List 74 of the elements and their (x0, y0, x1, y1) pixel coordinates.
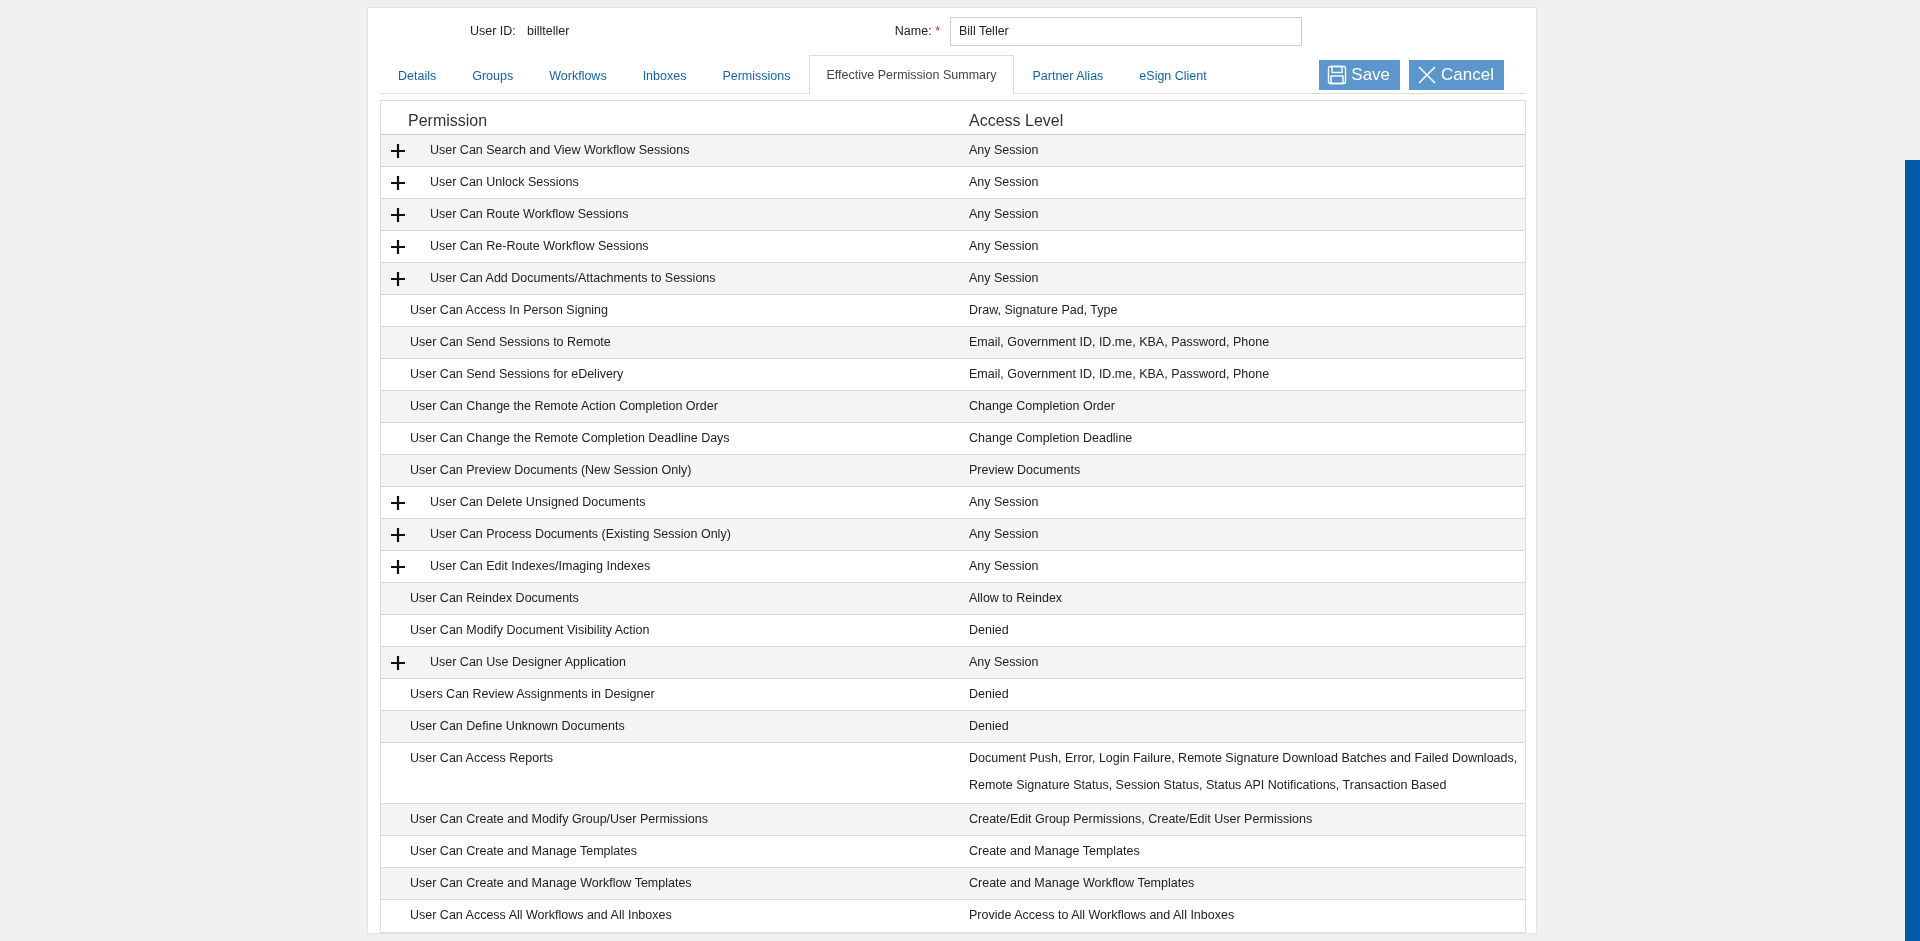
access-level-cell-text: Any Session (969, 142, 1039, 160)
tab[interactable]: Inboxes (624, 56, 705, 94)
tab[interactable]: eSign Client (1121, 56, 1225, 94)
expand-icon[interactable] (391, 143, 405, 158)
expand-icon[interactable] (391, 271, 405, 286)
permission-cell-text: User Can Modify Document Visibility Action (410, 622, 650, 640)
permission-cell-text: Users Can Review Assignments in Designer (410, 686, 655, 704)
column-header: Permission (407, 111, 489, 131)
access-level-cell-text: Email, Government ID, ID.me, KBA, Password, Phone (969, 366, 1270, 384)
access-level-cell-text: Email, Government ID, ID.me, KBA, Password, Phone (969, 334, 1270, 352)
access-level-cell-text: Create and Manage Workflow Templates (969, 875, 1195, 893)
permission-cell-text: User Can Search and View Workflow Sessions (430, 142, 690, 160)
access-level-cell-text: Denied (969, 622, 1009, 640)
permission-cell-text: User Can Create and Modify Group/User Permissions (410, 811, 709, 829)
save-icon (1327, 64, 1348, 85)
access-level-cell-text: Any Session (969, 558, 1039, 576)
tab[interactable]: Permissions (704, 56, 809, 94)
access-level-cell-text: Any Session (969, 270, 1039, 288)
permission-cell-text: User Can Change the Remote Action Completion Order (410, 398, 718, 416)
access-level-cell-text: Any Session (969, 238, 1039, 256)
access-level-cell-text: Provide Access to All Workflows and All Inboxes (969, 907, 1235, 925)
access-level-cell-text: Denied (969, 686, 1009, 704)
access-level-cell-text: Any Session (969, 526, 1039, 544)
permission-cell-text: User Can Send Sessions to Remote (410, 334, 611, 352)
permission-cell-text: User Can Delete Unsigned Documents (430, 494, 646, 512)
permission-cell-text: User Can Change the Remote Completion Deadline Days (410, 430, 730, 448)
expand-icon[interactable] (391, 175, 405, 190)
permission-cell-text: User Can Process Documents (Existing Session Only) (430, 526, 731, 544)
permission-cell-text: User Can Preview Documents (New Session Only) (410, 462, 692, 480)
permission-cell-text: User Can Access All Workflows and All Inboxes (410, 907, 672, 925)
access-level-cell-text: Remote Signature Status, Session Status, Status API Notifications, Transaction Based (969, 777, 1448, 794)
access-level-cell-text: Any Session (969, 206, 1039, 224)
access-level-cell-text: Change Completion Order (969, 398, 1115, 416)
permission-cell-text: User Can Send Sessions for eDelivery (410, 366, 624, 384)
tab[interactable]: Workflows (531, 56, 625, 94)
permission-cell-text: User Can Use Designer Application (430, 654, 626, 672)
tab[interactable]: Effective Permission Summary (808, 55, 1015, 94)
expand-icon[interactable] (391, 207, 405, 222)
access-level-cell-text: Any Session (969, 654, 1039, 672)
tab[interactable]: Partner Alias (1014, 56, 1122, 94)
access-level-cell-text: Preview Documents (969, 462, 1081, 480)
close-icon (1417, 64, 1438, 85)
permission-cell-text: User Can Access Reports (410, 750, 554, 768)
expand-icon[interactable] (391, 527, 405, 542)
access-level-cell-text: Any Session (969, 494, 1039, 512)
access-level-cell-text: Draw, Signature Pad, Type (969, 302, 1118, 320)
name-field[interactable]: Bill Teller (950, 16, 1302, 46)
access-level-cell-text: Create and Manage Templates (969, 843, 1140, 861)
permission-cell-text: User Can Create and Manage Templates (410, 843, 637, 861)
tab[interactable]: Groups (454, 56, 532, 94)
expand-icon[interactable] (391, 239, 405, 254)
permission-cell-text: User Can Unlock Sessions (430, 174, 579, 192)
permission-cell-text: User Can Edit Indexes/Imaging Indexes (430, 558, 651, 576)
permission-cell-text: User Can Re-Route Workflow Sessions (430, 238, 649, 256)
expand-icon[interactable] (391, 655, 405, 670)
name-label: Name: * (893, 22, 941, 40)
access-level-cell-text: Denied (969, 718, 1009, 736)
access-level-cell-text: Change Completion Deadline (969, 430, 1133, 448)
permission-cell-text: User Can Add Documents/Attachments to Sessions (430, 270, 716, 288)
tab[interactable]: Details (380, 56, 455, 94)
permission-cell-text: User Can Reindex Documents (410, 590, 579, 608)
column-header: Access Level (969, 111, 1064, 131)
access-level-cell-text: Create/Edit Group Permissions, Create/Edit User Permissions (969, 811, 1313, 829)
access-level-cell-text: Any Session (969, 174, 1039, 192)
expand-icon[interactable] (391, 495, 405, 510)
permission-cell-text: User Can Access In Person Signing (410, 302, 609, 320)
user-id-label: User ID: (470, 22, 517, 40)
user-id-value: billteller (527, 22, 571, 40)
permission-cell-text: User Can Route Workflow Sessions (430, 206, 629, 224)
access-level-cell-text: Allow to Reindex (969, 590, 1063, 608)
access-level-cell-text: Document Push, Error, Login Failure, Remote Signature Download Batches and Failed Downloads, (969, 750, 1518, 768)
permission-cell-text: User Can Define Unknown Documents (410, 718, 625, 736)
expand-icon[interactable] (391, 559, 405, 574)
permission-cell-text: User Can Create and Manage Workflow Templates (410, 875, 692, 893)
